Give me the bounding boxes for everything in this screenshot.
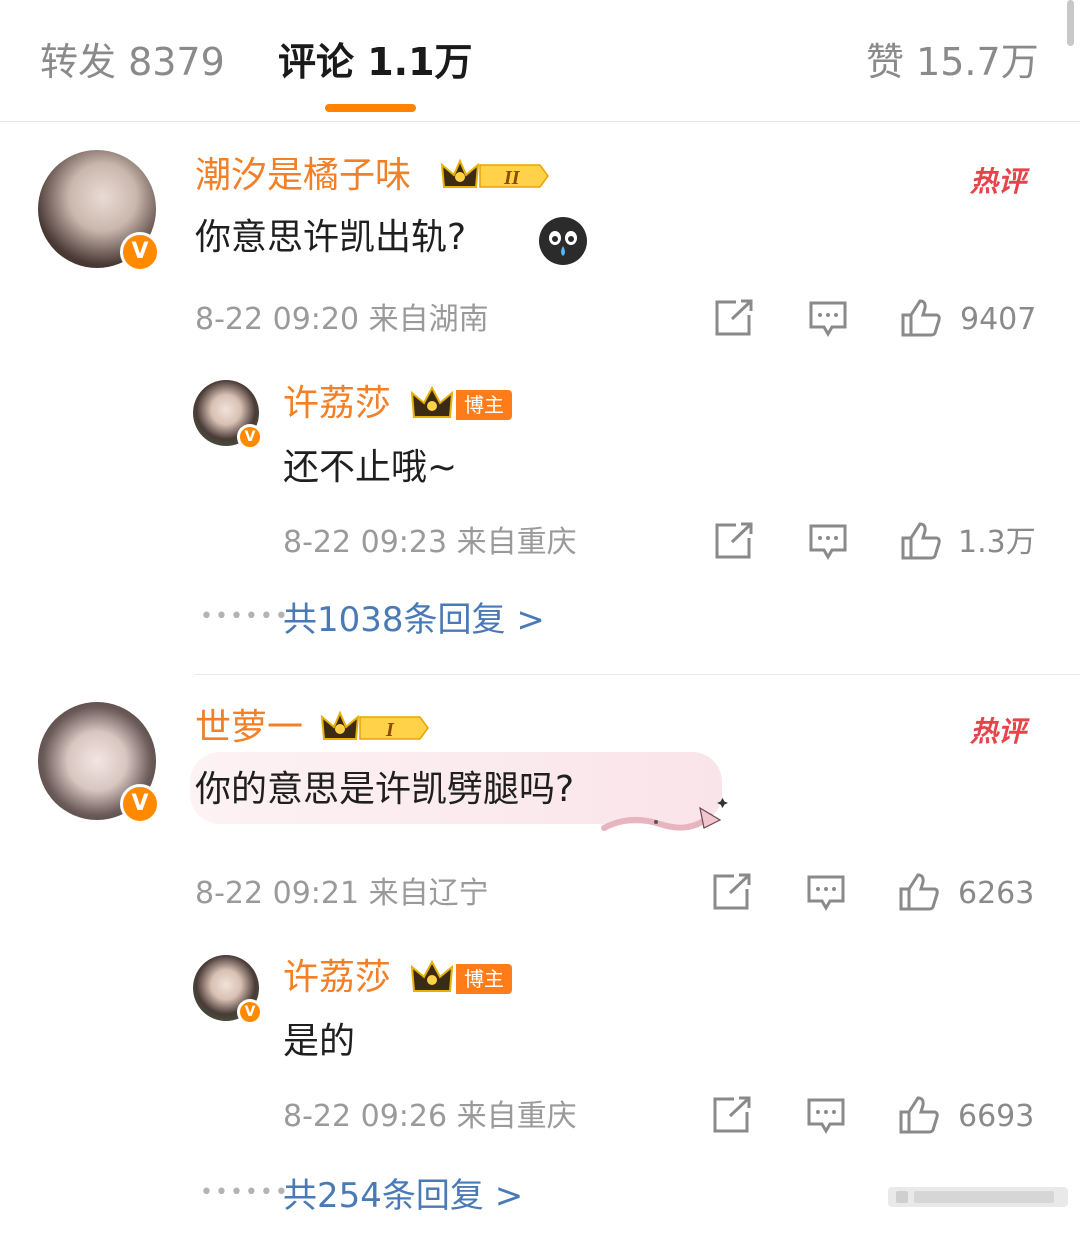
comment-tabs-bar: 转发 8379 评论 1.1万 赞 15.7万 bbox=[0, 0, 1080, 122]
share-icon[interactable] bbox=[712, 1096, 752, 1134]
reply-text: 是的 bbox=[283, 1021, 356, 1062]
level-badge: II bbox=[503, 167, 521, 189]
reply-meta: 8-22 09:23 来自重庆 bbox=[283, 525, 577, 560]
crown-icon bbox=[410, 385, 454, 418]
reply-avatar[interactable]: V bbox=[193, 955, 263, 1025]
active-tab-indicator bbox=[325, 104, 416, 112]
blogger-tag: 博主 bbox=[456, 964, 512, 994]
thumbs-up-icon[interactable] bbox=[898, 1095, 940, 1135]
crown-icon: I bbox=[320, 710, 429, 741]
comment-icon[interactable] bbox=[806, 874, 846, 912]
more-dots: •••••• bbox=[200, 1180, 290, 1205]
crown-icon bbox=[410, 959, 454, 992]
watermark-logo bbox=[888, 1187, 1068, 1207]
comment-divider bbox=[195, 674, 1080, 675]
reply-username[interactable]: 许荔莎 bbox=[283, 955, 391, 1001]
comment-text: 你的意思是许凯劈腿吗? bbox=[195, 769, 575, 810]
share-icon[interactable] bbox=[712, 873, 752, 911]
more-dots: •••••• bbox=[200, 604, 290, 629]
verified-v-icon: V bbox=[237, 424, 263, 450]
tab-comments[interactable]: 评论 1.1万 bbox=[278, 36, 473, 88]
like-count: 6263 bbox=[958, 876, 1035, 911]
level-badge: I bbox=[385, 719, 395, 741]
comment-icon[interactable] bbox=[808, 523, 848, 561]
thumbs-up-icon[interactable] bbox=[898, 872, 940, 912]
reply-meta: 8-22 09:26 来自重庆 bbox=[283, 1099, 577, 1134]
tab-repost[interactable]: 转发 8379 bbox=[40, 36, 225, 88]
comment-icon[interactable] bbox=[806, 1097, 846, 1135]
comment-icon[interactable] bbox=[808, 300, 848, 338]
comment-username[interactable]: 世萝一 bbox=[195, 705, 303, 751]
share-icon[interactable] bbox=[714, 522, 754, 560]
reply-username[interactable]: 许荔莎 bbox=[283, 381, 391, 427]
verified-v-icon: V bbox=[237, 999, 263, 1025]
avatar[interactable]: V bbox=[38, 150, 160, 272]
avatar[interactable]: V bbox=[38, 702, 160, 824]
verified-v-icon: V bbox=[120, 232, 160, 272]
comment-meta: 8-22 09:21 来自辽宁 bbox=[195, 876, 489, 911]
comment-username[interactable]: 潮汐是橘子味 bbox=[195, 153, 411, 199]
view-more-replies-link[interactable]: 共254条回复 > bbox=[283, 1174, 523, 1218]
reply-text: 还不止哦~ bbox=[283, 447, 458, 488]
like-count: 1.3万 bbox=[958, 525, 1036, 560]
view-more-replies-link[interactable]: 共1038条回复 > bbox=[283, 598, 545, 642]
comment-text: 你意思许凯出轨? bbox=[195, 217, 467, 258]
verified-v-icon: V bbox=[120, 784, 160, 824]
blogger-tag: 博主 bbox=[456, 390, 512, 420]
crying-emoji-icon bbox=[539, 217, 587, 265]
reply-avatar[interactable]: V bbox=[193, 380, 263, 450]
thumbs-up-icon[interactable] bbox=[900, 298, 942, 338]
thumbs-up-icon[interactable] bbox=[900, 521, 942, 561]
ribbon-decoration-icon bbox=[601, 798, 728, 831]
tab-likes[interactable]: 赞 15.7万 bbox=[866, 36, 1039, 88]
comment-meta: 8-22 09:20 来自湖南 bbox=[195, 302, 489, 337]
scrollbar-thumb[interactable] bbox=[1067, 0, 1074, 46]
like-count: 6693 bbox=[958, 1099, 1035, 1134]
hot-comment-badge: 热评 bbox=[970, 165, 1027, 198]
hot-comment-badge: 热评 bbox=[970, 715, 1027, 748]
share-icon[interactable] bbox=[714, 299, 754, 337]
like-count: 9407 bbox=[960, 302, 1037, 337]
crown-icon: II bbox=[440, 158, 549, 189]
